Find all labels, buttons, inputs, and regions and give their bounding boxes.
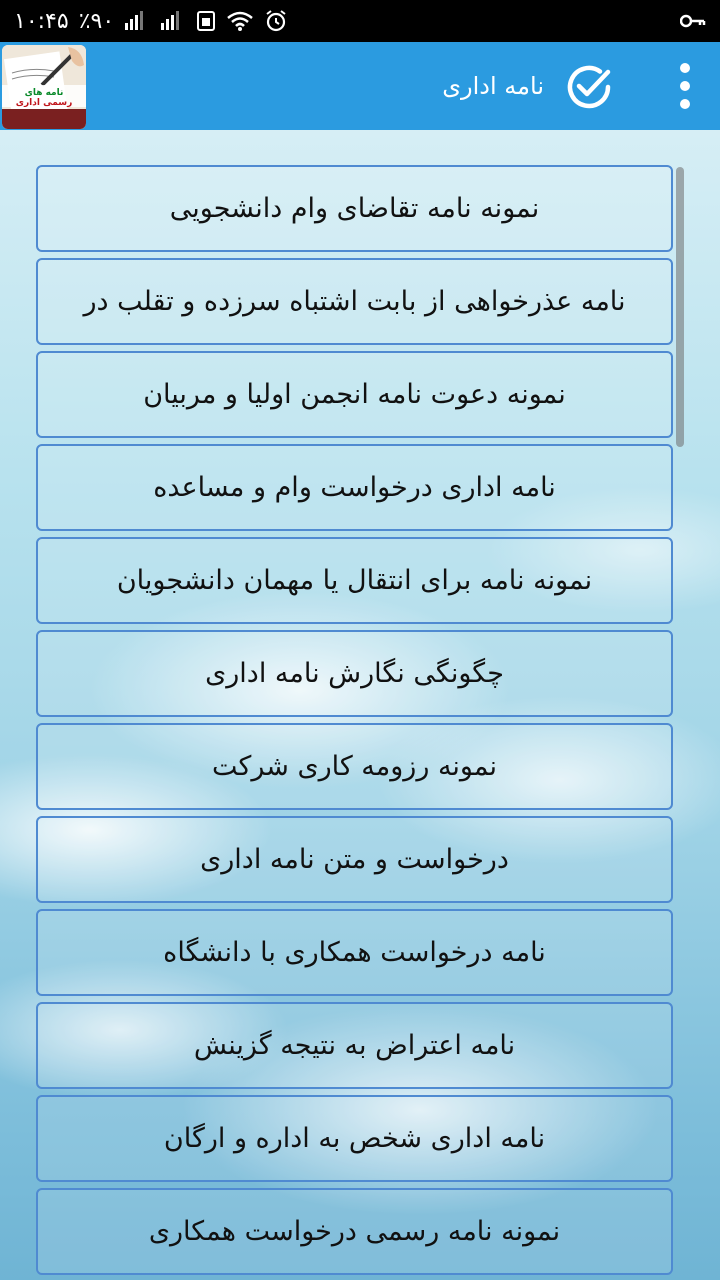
list-item-label: نمونه نامه تقاضای وام دانشجویی [169, 193, 540, 224]
scrollbar[interactable] [676, 167, 684, 447]
signal-icon [124, 11, 150, 31]
signal-2-icon [160, 11, 186, 31]
more-vert-icon[interactable] [676, 60, 694, 112]
list-item[interactable]: نمونه نامه رسمی درخواست همکاری [36, 1188, 673, 1275]
list-item-label: نامه عذرخواهی از بابت اشتباه سرزده و تقل… [83, 286, 626, 317]
list-item[interactable]: نمونه رزومه کاری شرکت [36, 723, 673, 810]
list-item-label: نامه درخواست همکاری با دانشگاه [163, 937, 546, 968]
status-bar: ۱۰:۴۵ ٪۹۰ [0, 0, 720, 42]
list-item-label: نمونه دعوت نامه انجمن اولیا و مربیان [143, 379, 566, 410]
list-item-label: نامه اعتراض به نتیجه گزینش [193, 1030, 516, 1061]
list-item-label: چگونگی نگارش نامه اداری [205, 658, 504, 689]
list-item-label: نمونه رزومه کاری شرکت [212, 751, 498, 782]
logo-text-line2: رسمی اداری [16, 98, 73, 108]
list-item[interactable]: نامه اداری شخص به اداره و ارگان [36, 1095, 673, 1182]
battery-percent: ٪۹۰ [78, 8, 115, 34]
logo-text-line1: نامه های [25, 88, 64, 98]
check-circle-icon[interactable] [564, 62, 614, 112]
status-left: ۱۰:۴۵ ٪۹۰ [14, 9, 288, 34]
list-item[interactable]: نمونه دعوت نامه انجمن اولیا و مربیان [36, 351, 673, 438]
list-item-label: نمونه نامه برای انتقال یا مهمان دانشجویا… [116, 565, 593, 596]
list-item-label: نمونه نامه رسمی درخواست همکاری [148, 1216, 561, 1247]
key-icon [680, 13, 706, 29]
list-item-label: نامه اداری شخص به اداره و ارگان [163, 1123, 546, 1154]
sim-icon [196, 10, 216, 32]
app-bar: نامه های رسمی اداری نامه اداری [0, 42, 720, 130]
content-area: نمونه نامه تقاضای وام دانشجویی نامه عذرخ… [0, 130, 720, 1280]
list-item[interactable]: نامه درخواست همکاری با دانشگاه [36, 909, 673, 996]
app-logo: نامه های رسمی اداری [2, 45, 86, 129]
list-item[interactable]: نامه عذرخواهی از بابت اشتباه سرزده و تقل… [36, 258, 673, 345]
list-item[interactable]: نامه اداری درخواست وام و مساعده [36, 444, 673, 531]
app-title: نامه اداری [442, 72, 544, 100]
list-item[interactable]: درخواست و متن نامه اداری [36, 816, 673, 903]
alarm-icon [264, 9, 288, 33]
list-item[interactable]: نمونه نامه برای انتقال یا مهمان دانشجویا… [36, 537, 673, 624]
status-time: ۱۰:۴۵ [14, 8, 69, 34]
list-item[interactable]: نامه اعتراض به نتیجه گزینش [36, 1002, 673, 1089]
list-item[interactable]: نمونه نامه تقاضای وام دانشجویی [36, 165, 673, 252]
wifi-icon [226, 10, 254, 32]
status-right [680, 13, 706, 29]
list-item-label: درخواست و متن نامه اداری [200, 844, 509, 875]
list-item-label: نامه اداری درخواست وام و مساعده [153, 472, 556, 503]
list-item[interactable]: چگونگی نگارش نامه اداری [36, 630, 673, 717]
letters-list: نمونه نامه تقاضای وام دانشجویی نامه عذرخ… [36, 165, 673, 1280]
